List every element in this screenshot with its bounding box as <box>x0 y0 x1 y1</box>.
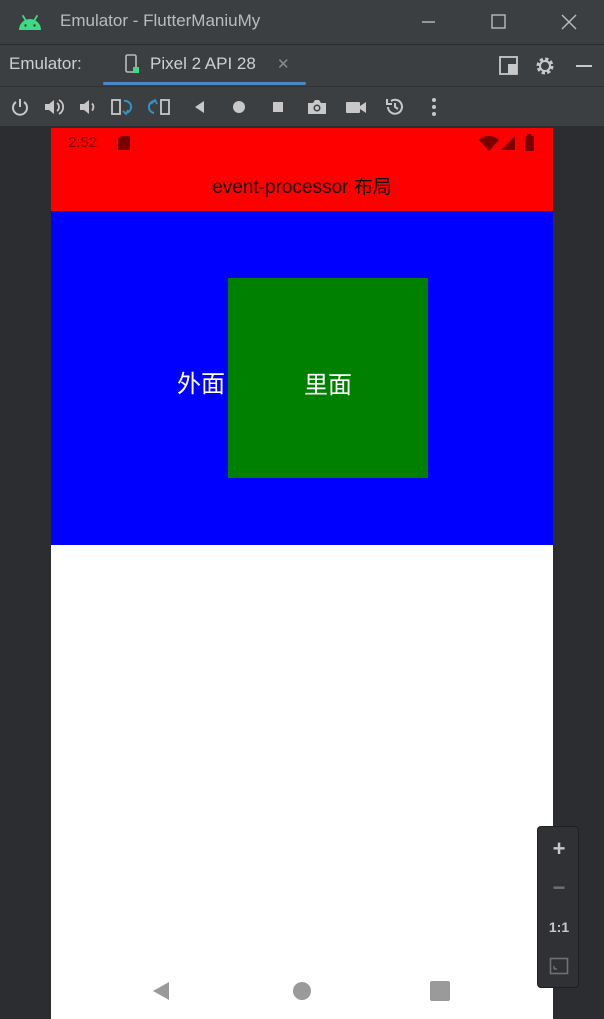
sd-card-icon <box>118 136 130 150</box>
maximize-button[interactable] <box>483 8 513 36</box>
nav-overview-icon[interactable] <box>428 979 452 1003</box>
volume-down-icon <box>80 100 95 114</box>
emulator-tab-bar: Emulator: Pixel 2 API 28 ✕ <box>0 44 604 86</box>
inner-container[interactable]: 里面 <box>228 278 428 478</box>
wifi-icon <box>479 136 499 151</box>
signal-icon <box>501 136 515 150</box>
overview-button[interactable] <box>266 95 290 119</box>
nav-back-icon[interactable] <box>150 979 174 1003</box>
android-icon <box>19 15 41 30</box>
android-status-bar: 2:52 <box>51 128 553 158</box>
rotate-left-icon <box>111 99 133 116</box>
minimize-button[interactable] <box>413 8 443 36</box>
nav-home-icon[interactable] <box>290 979 314 1003</box>
volume-up-icon <box>45 99 65 115</box>
power-button[interactable] <box>8 95 32 119</box>
home-circle-icon <box>233 101 245 113</box>
snapshot-button[interactable] <box>383 95 407 119</box>
status-time: 2:52 <box>68 134 98 151</box>
home-button[interactable] <box>227 95 251 119</box>
more-vertical-icon <box>432 98 436 116</box>
android-nav-bar <box>51 963 553 1019</box>
close-window-button[interactable] <box>554 8 584 36</box>
more-options-button[interactable] <box>422 95 446 119</box>
tab-pixel-2-api-28[interactable]: Pixel 2 API 28 ✕ <box>103 45 306 87</box>
snapshot-history-icon <box>386 98 403 115</box>
inner-label: 里面 <box>304 371 352 399</box>
outer-container[interactable]: 外面 里面 <box>51 211 553 545</box>
gear-icon[interactable] <box>532 53 558 79</box>
zoom-controls: + − 1:1 <box>537 826 579 988</box>
battery-icon <box>525 134 534 151</box>
overview-square-icon <box>273 102 283 112</box>
back-triangle-icon <box>195 101 204 113</box>
zoom-actual-size-button[interactable]: 1:1 <box>538 909 580 945</box>
fit-screen-icon <box>549 957 569 975</box>
tab-label: Pixel 2 API 28 <box>150 54 256 73</box>
app-bar: event-processor 布局 <box>51 158 553 211</box>
power-icon <box>12 99 28 116</box>
outer-label: 外面 <box>177 370 225 398</box>
back-button[interactable] <box>188 95 212 119</box>
rotate-left-button[interactable] <box>110 95 134 119</box>
minimize-icon <box>422 21 435 23</box>
window-title-bar: Emulator - FlutterManiuMy <box>0 0 604 44</box>
close-icon <box>561 14 577 30</box>
volume-down-button[interactable] <box>76 95 100 119</box>
video-camera-icon <box>346 102 366 113</box>
emulator-label: Emulator: <box>9 54 82 73</box>
emulator-toolbar <box>0 86 604 126</box>
camera-icon <box>308 100 326 114</box>
window-title: Emulator - FlutterManiuMy <box>60 11 261 30</box>
window-mode-icon[interactable] <box>496 53 522 79</box>
zoom-in-button[interactable]: + <box>538 831 580 867</box>
rotate-right-button[interactable] <box>147 95 172 119</box>
hide-panel-icon[interactable] <box>571 53 597 79</box>
tab-close-icon[interactable]: ✕ <box>277 55 290 73</box>
rotate-right-icon <box>147 98 170 115</box>
screenshot-button[interactable] <box>305 95 329 119</box>
device-icon <box>125 54 139 73</box>
active-tab-indicator <box>103 82 306 85</box>
device-screen[interactable]: 2:52 event-processor 布局 外面 里面 <box>51 128 553 1019</box>
zoom-out-button[interactable]: − <box>538 870 580 906</box>
maximize-icon <box>491 14 506 29</box>
zoom-fit-button[interactable] <box>538 948 580 984</box>
app-title: event-processor 布局 <box>212 177 392 198</box>
screen-record-button[interactable] <box>344 95 368 119</box>
volume-up-button[interactable] <box>42 95 66 119</box>
